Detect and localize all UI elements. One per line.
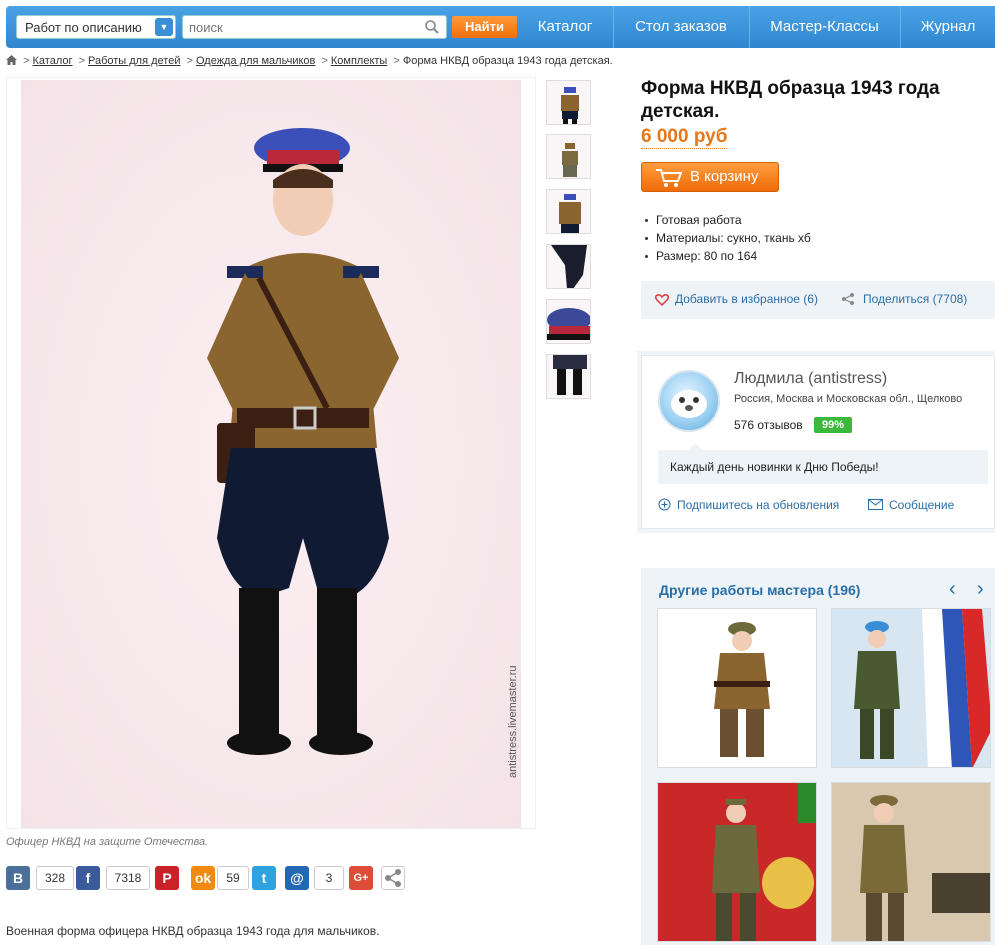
search-input[interactable] [183,16,413,38]
other-work-image [854,609,990,767]
chevron-right-icon[interactable]: › [977,578,984,601]
mail-ru-icon[interactable]: @ [285,866,309,890]
facebook-share-count: 7318 [106,866,150,890]
envelope-icon[interactable] [868,499,883,510]
property-item: Готовая работа [645,211,811,229]
add-to-cart-label: В корзину [690,168,759,185]
thumbnail-3[interactable] [546,189,591,234]
master-location: Россия, Москва и Московская обл., Щелков… [734,393,963,405]
breadcrumb-kids-works[interactable]: Работы для детей [88,55,180,67]
avatar[interactable] [658,370,720,432]
search-mode-label: Работ по описанию [25,20,142,35]
cart-icon [656,169,682,187]
search-button[interactable]: Найти [452,16,517,38]
other-work-image [714,622,770,757]
other-works-panel: Другие работы мастера (196) ‹ › [641,568,995,945]
vk-share-count: 328 [36,866,74,890]
master-card: Людмила (antistress) Россия, Москва и Мо… [641,355,995,529]
breadcrumb-sets[interactable]: Комплекты [331,55,387,67]
share-link[interactable]: Поделиться (7708) [863,292,967,306]
thumbnail-image [551,245,587,288]
google-plus-icon[interactable]: G+ [349,866,373,890]
product-price: 6 000 руб [641,126,728,149]
share-icon[interactable] [841,292,855,306]
subscribe-link[interactable]: Подпишитесь на обновления [677,498,839,512]
thumbnail-image [547,308,590,340]
thumbnail-4[interactable] [546,244,591,289]
breadcrumb-boys-clothes[interactable]: Одежда для мальчиков [196,55,315,67]
other-work-tile[interactable] [831,608,991,768]
message-link[interactable]: Сообщение [889,498,954,512]
thumbnail-6[interactable] [546,354,591,399]
product-properties: Готовая работа Материалы: сукно, ткань х… [645,211,811,265]
search-field[interactable] [182,15,447,39]
heart-icon[interactable] [655,294,669,306]
thumbnail-2[interactable] [546,134,591,179]
add-to-favorites-link[interactable]: Добавить в избранное (6) [675,292,818,306]
photo-caption: Офицер НКВД на защите Отечества. [6,836,209,848]
breadcrumb-current: Форма НКВД образца 1943 года детская. [402,55,613,67]
thumbnail-image [561,87,579,124]
thumbnail-5[interactable] [546,299,591,344]
plus-circle-icon[interactable] [658,498,671,511]
odnoklassniki-icon[interactable]: ok [191,866,215,890]
top-navigation-bar: Работ по описанию ▼ Найти Каталог Стол з… [6,6,995,48]
boy-in-uniform-illustration [207,128,399,755]
other-work-image [860,795,990,941]
chevron-down-icon[interactable]: ▼ [155,18,173,36]
nav-catalog[interactable]: Каталог [518,6,612,48]
pinterest-icon[interactable]: P [155,866,179,890]
thumbnail-image [553,355,587,395]
other-work-tile[interactable] [831,782,991,942]
twitter-icon[interactable]: t [252,866,276,890]
nav-master-classes[interactable]: Мастер-Классы [749,6,899,48]
thumbnail-1[interactable] [546,80,591,125]
master-note: Каждый день новинки к Дню Победы! [658,443,988,484]
breadcrumb: > Каталог > Работы для детей > Одежда для м… [6,55,613,67]
nav-journal[interactable]: Журнал [900,6,995,48]
add-to-cart-button[interactable]: В корзину [641,162,779,192]
mail-ru-share-count: 3 [314,866,344,890]
property-item: Размер: 80 по 164 [645,247,811,265]
master-name[interactable]: Людмила (antistress) [734,370,887,388]
favorite-share-bar: Добавить в избранное (6) Поделиться (770… [641,281,995,319]
vk-icon[interactable]: В [6,866,30,890]
chevron-left-icon[interactable]: ‹ [949,578,956,601]
home-icon[interactable] [6,55,17,65]
rating-badge: 99% [814,417,852,433]
breadcrumb-catalog[interactable]: Каталог [33,55,73,67]
share-icon[interactable] [381,866,405,890]
search-mode-select[interactable]: Работ по описанию ▼ [16,15,176,39]
facebook-icon[interactable]: f [76,866,100,890]
other-work-image [712,783,816,941]
other-work-tile[interactable] [657,782,817,942]
search-icon[interactable] [424,19,440,35]
odnoklassniki-share-count: 59 [217,866,249,890]
photo-watermark: antistress.livemaster.ru [507,665,519,778]
nav-orders-table[interactable]: Стол заказов [613,6,748,48]
property-item: Материалы: сукно, ткань хб [645,229,811,247]
product-title: Форма НКВД образца 1943 года детская. [641,78,940,122]
thumbnail-image [562,143,578,177]
other-works-title[interactable]: Другие работы мастера (196) [659,582,860,598]
product-description: Военная форма офицера НКВД образца 1943 … [6,924,380,938]
main-product-photo[interactable]: antistress.livemaster.ru [6,77,536,829]
thumbnail-image [559,194,581,233]
other-work-tile[interactable] [657,608,817,768]
master-reviews[interactable]: 576 отзывов [734,418,803,432]
